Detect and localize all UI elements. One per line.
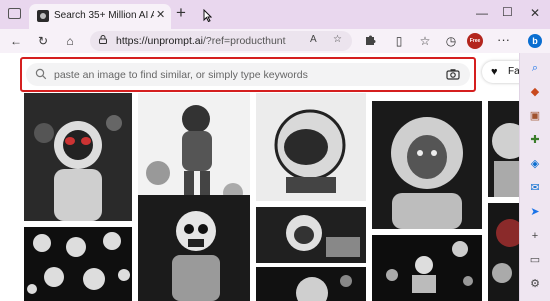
image-tile[interactable] (488, 203, 519, 301)
tag-icon[interactable]: ◆ (528, 85, 542, 99)
astronaut-image (492, 123, 519, 197)
browser-window: Search 35+ Million AI Art Prompt ✕ + — ☐… (0, 0, 550, 301)
astronaut-helmet-image (274, 109, 346, 193)
favorites-button[interactable]: ♥ Fa (482, 61, 519, 83)
copilot-icon[interactable]: b (528, 34, 542, 48)
add-icon[interactable]: + (528, 229, 542, 243)
microsoft365-icon[interactable]: ◈ (528, 157, 542, 171)
url-text: https://unprompt.ai/?ref=producthunt (116, 35, 286, 47)
address-bar[interactable]: https://unprompt.ai/?ref=producthunt A ☆ (90, 31, 352, 51)
favorite-star-icon[interactable]: ☆ (333, 34, 342, 45)
skeleton-astronaut-image (172, 211, 220, 301)
tab-close-icon[interactable]: ✕ (156, 8, 165, 21)
image-tile[interactable] (256, 93, 366, 201)
more-menu-icon[interactable]: ··· (497, 32, 510, 47)
split-screen-icon[interactable]: ▯ (391, 33, 407, 49)
search-highlight-box (20, 57, 476, 92)
maximize-icon[interactable]: ☐ (502, 5, 513, 19)
image-tile[interactable] (256, 267, 366, 301)
image-tile[interactable] (256, 207, 366, 263)
camera-icon[interactable] (446, 68, 460, 80)
settings-gear-icon[interactable]: ⚙ (528, 277, 542, 291)
astronaut-helmet-image (286, 215, 360, 257)
minimize-icon[interactable]: — (476, 6, 488, 20)
image-tile[interactable] (372, 101, 482, 229)
tab-active[interactable]: Search 35+ Million AI Art Prompt ✕ (29, 4, 171, 29)
home-icon[interactable]: ⌂ (62, 33, 78, 49)
image-tile[interactable] (24, 93, 132, 221)
moon-astronaut-image (296, 275, 352, 301)
outlook-icon[interactable]: ✉ (528, 181, 542, 195)
send-icon[interactable]: ➤ (528, 205, 542, 219)
close-window-icon[interactable]: ✕ (530, 6, 540, 20)
favorites-button-label: Fa (508, 66, 519, 77)
games-icon[interactable]: ✚ (528, 133, 542, 147)
back-arrow-icon[interactable]: ← (8, 33, 24, 49)
search-sidebar-icon[interactable]: ⌕ (528, 61, 542, 75)
tab-title: Search 35+ Million AI Art Prompt (54, 10, 154, 21)
favorites-icon[interactable]: ☆ (417, 33, 433, 49)
search-input[interactable] (54, 64, 434, 85)
astronaut-pattern-image (27, 232, 130, 294)
image-tile[interactable] (24, 227, 132, 301)
browser-toolbar: ← ↻ ⌂ https://unprompt.ai/?ref=producthu… (0, 29, 550, 53)
layout-icon[interactable]: ▭ (528, 253, 542, 267)
extension-puzzle-icon[interactable] (362, 33, 378, 49)
read-aloud-icon[interactable]: A (310, 34, 317, 45)
lock-icon (99, 35, 107, 44)
tab-actions-icon[interactable] (8, 8, 21, 19)
site-favicon-icon (37, 10, 49, 22)
edge-sidebar: ⌕ ◆ ▣ ✚ ◈ ✉ ➤ + ▭ ⚙ (519, 53, 550, 301)
new-tab-icon[interactable]: + (176, 3, 186, 23)
heart-icon: ♥ (491, 66, 498, 78)
title-bar: Search 35+ Million AI Art Prompt ✕ + — ☐… (0, 0, 550, 29)
astronaut-planets-image (386, 241, 473, 293)
profile-avatar[interactable]: Free (467, 33, 483, 49)
image-tile[interactable] (138, 195, 250, 301)
astronaut-portrait-image (391, 117, 463, 229)
search-bar[interactable] (26, 63, 470, 86)
astronaut-image (34, 115, 122, 221)
refresh-icon[interactable]: ↻ (35, 33, 51, 49)
briefcase-icon[interactable]: ▣ (528, 109, 542, 123)
planet-image (492, 219, 519, 283)
search-icon (35, 68, 47, 80)
image-tile[interactable] (372, 235, 482, 301)
page-content: ♥ Fa (0, 53, 519, 301)
image-tile[interactable] (488, 101, 519, 197)
history-icon[interactable]: ◷ (443, 33, 459, 49)
